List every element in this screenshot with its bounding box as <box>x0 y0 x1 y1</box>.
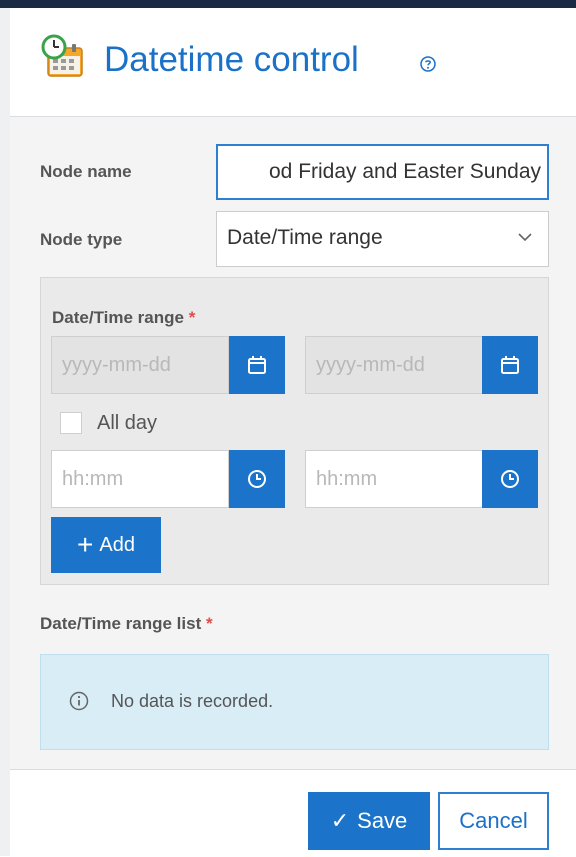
dialog-footer: ✓ Save Cancel <box>10 769 576 857</box>
datetime-control-dialog: Datetime control Node name od Friday and… <box>10 8 576 857</box>
checkmark-icon: ✓ <box>330 808 350 833</box>
date-time-range-label: Date/Time range * <box>52 308 196 327</box>
window-top-bar <box>0 0 576 8</box>
calendar-clock-icon <box>41 34 83 77</box>
clock-icon <box>501 470 519 488</box>
node-name-label: Node name <box>40 162 132 181</box>
info-icon <box>69 691 89 711</box>
date-time-range-panel: Date/Time range * yyyy-mm-dd yyyy-mm-dd <box>40 277 549 585</box>
end-date-picker-button[interactable] <box>482 336 538 394</box>
dialog-body: Node name od Friday and Easter Sunday No… <box>10 117 576 769</box>
node-type-select[interactable]: Date/Time range <box>216 211 549 267</box>
all-day-label: All day <box>97 412 158 434</box>
empty-state-text: No data is recorded. <box>111 691 274 711</box>
required-mark: * <box>205 614 213 633</box>
chevron-down-icon <box>518 233 532 242</box>
start-date-input[interactable]: yyyy-mm-dd <box>51 336 229 394</box>
all-day-checkbox[interactable] <box>60 412 82 434</box>
help-circle-icon[interactable] <box>420 56 436 72</box>
empty-state-message: No data is recorded. <box>40 654 549 750</box>
plus-icon: + <box>77 529 94 560</box>
save-button[interactable]: ✓ Save <box>308 792 430 850</box>
end-time-input[interactable]: hh:mm <box>305 450 483 508</box>
clock-icon <box>248 470 266 488</box>
start-time-input[interactable]: hh:mm <box>51 450 229 508</box>
start-time-picker-button[interactable] <box>229 450 285 508</box>
calendar-icon <box>248 356 266 374</box>
add-range-label: Add <box>99 533 135 556</box>
end-time-picker-button[interactable] <box>482 450 538 508</box>
date-time-range-list-label: Date/Time range list * <box>40 614 213 633</box>
node-type-selected: Date/Time range <box>227 226 383 249</box>
dialog-header: Datetime control <box>10 8 576 117</box>
required-mark: * <box>188 308 196 327</box>
add-range-button[interactable]: + Add <box>51 517 161 573</box>
save-label: Save <box>357 808 408 833</box>
dialog-title: Datetime control <box>104 40 359 79</box>
node-type-label: Node type <box>40 230 123 249</box>
node-name-value: od Friday and Easter Sunday <box>269 160 541 183</box>
start-date-picker-button[interactable] <box>229 336 285 394</box>
node-name-input[interactable]: od Friday and Easter Sunday <box>216 144 549 200</box>
cancel-button[interactable]: Cancel <box>438 792 549 850</box>
end-date-input[interactable]: yyyy-mm-dd <box>305 336 483 394</box>
calendar-icon <box>501 356 519 374</box>
